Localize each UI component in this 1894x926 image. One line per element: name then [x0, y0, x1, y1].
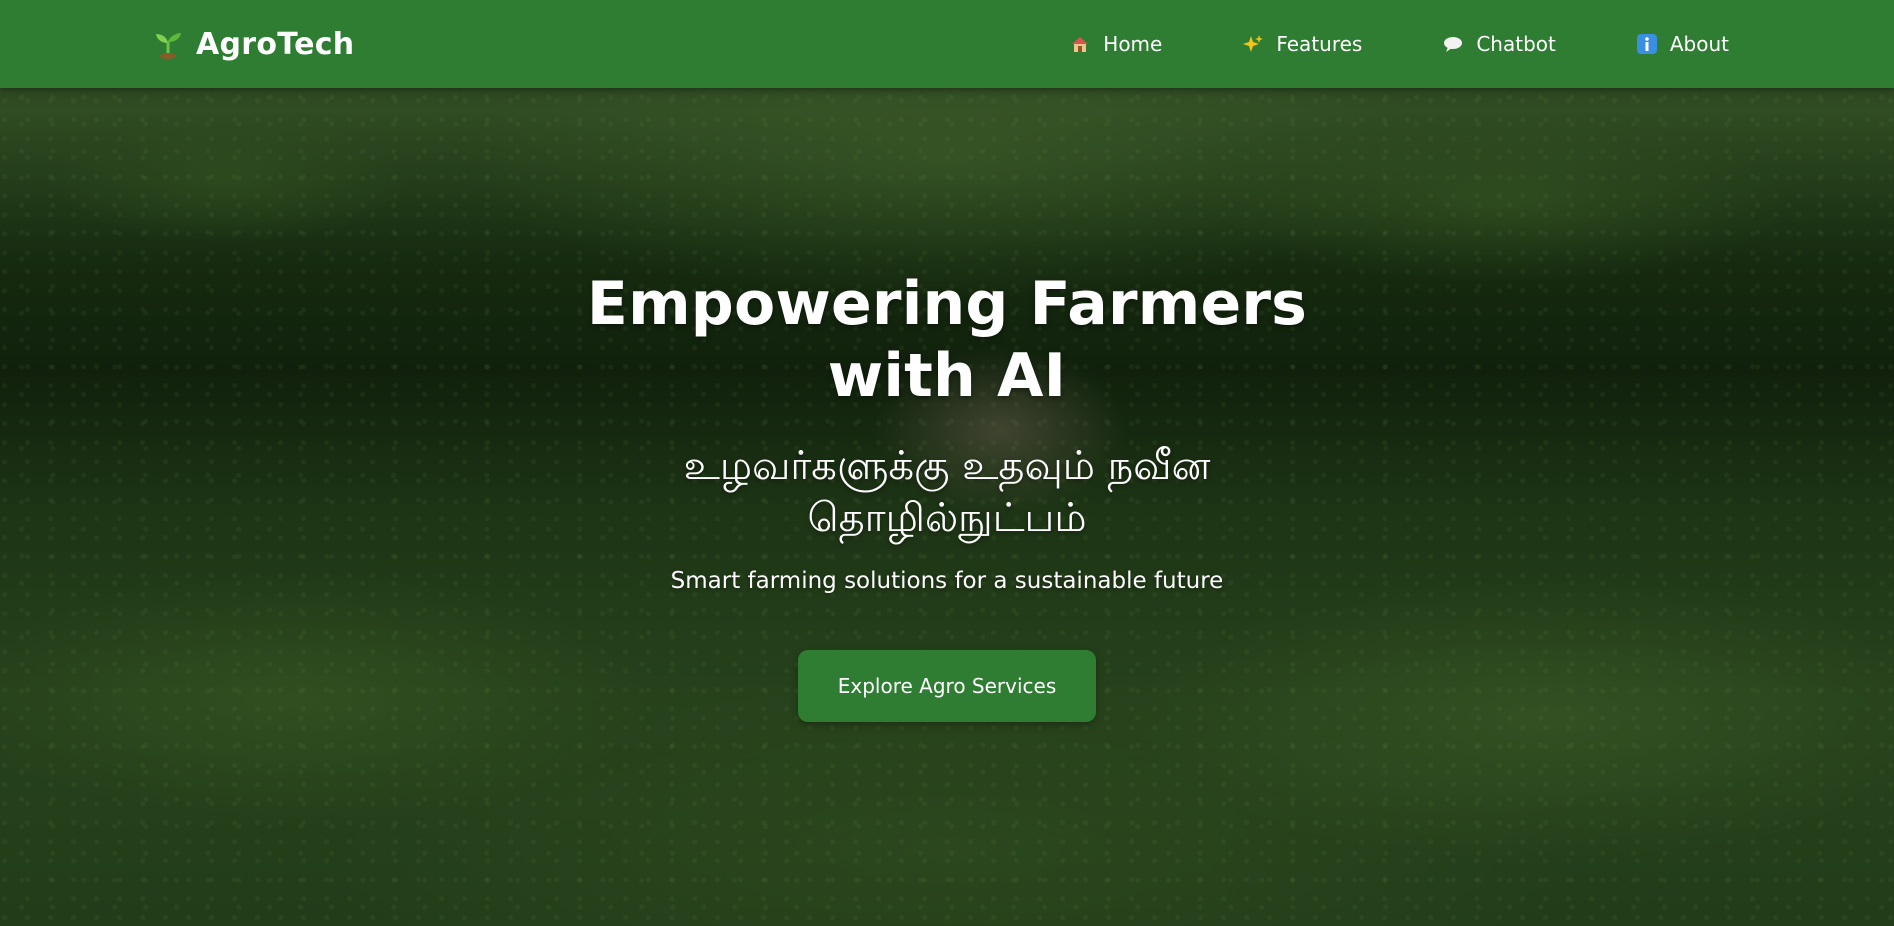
brand-logo-link[interactable]: AgroTech: [152, 0, 354, 88]
house-icon: [1069, 33, 1091, 55]
explore-agro-services-button[interactable]: Explore Agro Services: [798, 650, 1096, 722]
hero-title: Empowering Farmers with AI: [586, 269, 1308, 411]
nav-link-about[interactable]: About: [1636, 32, 1729, 56]
nav-link-label: Chatbot: [1476, 32, 1556, 56]
nav-link-label: Home: [1103, 32, 1163, 56]
sparkles-icon: [1242, 33, 1264, 55]
landing-page: AgroTech Home Features Chatbot About Emp…: [0, 0, 1894, 926]
hero-subtitle: Smart farming solutions for a sustainabl…: [670, 568, 1224, 594]
nav-links: Home Features Chatbot About: [1069, 0, 1729, 88]
nav-link-features[interactable]: Features: [1242, 32, 1362, 56]
navbar: AgroTech Home Features Chatbot About: [0, 0, 1894, 88]
nav-link-home[interactable]: Home: [1069, 32, 1162, 56]
nav-link-label: About: [1669, 32, 1729, 56]
hero-tamil-subtitle: உழவர்களுக்கு உதவும் நவீன தொழில்நுட்பம்: [683, 443, 1211, 541]
nav-link-chatbot[interactable]: Chatbot: [1442, 32, 1556, 56]
brand-name: AgroTech: [196, 26, 355, 62]
hero-section: Empowering Farmers with AI உழவர்களுக்கு …: [0, 268, 1894, 722]
seedling-icon: [152, 28, 184, 60]
speech-bubble-icon: [1442, 33, 1464, 55]
info-icon: [1636, 33, 1658, 55]
nav-link-label: Features: [1276, 32, 1363, 56]
